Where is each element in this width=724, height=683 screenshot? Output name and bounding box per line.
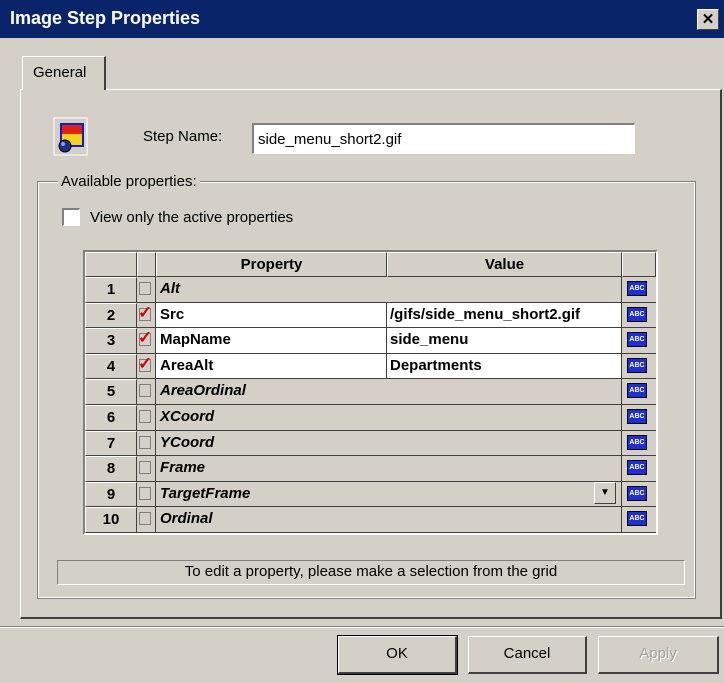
- row-number[interactable]: 6: [85, 405, 137, 431]
- view-active-checkbox[interactable]: [62, 208, 80, 226]
- row-edit-cell: ABC: [622, 303, 656, 328]
- tab-general[interactable]: General: [22, 56, 106, 90]
- row-edit-cell: ABC: [622, 354, 656, 379]
- row-number[interactable]: 4: [85, 354, 137, 379]
- row-active-marker[interactable]: [137, 507, 156, 533]
- abc-text-icon[interactable]: ABC: [627, 460, 647, 475]
- row-active-marker[interactable]: [137, 405, 156, 431]
- row-number[interactable]: 3: [85, 328, 137, 354]
- row-number[interactable]: 9: [85, 482, 137, 507]
- property-name-cell[interactable]: TargetFrame: [156, 482, 622, 507]
- row-edit-cell: ABC: [622, 277, 656, 303]
- grid-corner-header: [85, 252, 137, 277]
- title-bar: Image Step Properties ✕: [0, 0, 724, 38]
- property-name-cell[interactable]: MapName: [156, 328, 387, 354]
- row-edit-cell: ABC: [622, 456, 656, 482]
- row-number[interactable]: 1: [85, 277, 137, 303]
- abc-text-icon[interactable]: ABC: [627, 486, 647, 501]
- marker-box: [139, 436, 151, 449]
- cancel-button[interactable]: Cancel: [468, 636, 587, 674]
- property-name-cell[interactable]: Alt: [156, 277, 622, 303]
- property-name-cell[interactable]: XCoord: [156, 405, 622, 431]
- view-active-label[interactable]: View only the active properties: [90, 209, 293, 226]
- marker-box: [139, 282, 151, 295]
- row-active-marker[interactable]: [137, 456, 156, 482]
- property-name-cell[interactable]: AreaAlt: [156, 354, 387, 379]
- row-active-marker[interactable]: [137, 482, 156, 507]
- row-number[interactable]: 7: [85, 431, 137, 456]
- abc-text-icon[interactable]: ABC: [627, 383, 647, 398]
- row-edit-cell: ABC: [622, 482, 656, 507]
- ok-button[interactable]: OK: [337, 635, 458, 675]
- marker-box: [139, 487, 151, 500]
- row-active-marker[interactable]: [137, 431, 156, 456]
- abc-text-icon[interactable]: ABC: [627, 281, 647, 296]
- row-active-marker[interactable]: [137, 277, 156, 303]
- apply-button[interactable]: Apply: [598, 636, 719, 674]
- property-name-cell[interactable]: YCoord: [156, 431, 622, 456]
- abc-text-icon[interactable]: ABC: [627, 435, 647, 450]
- row-edit-cell: ABC: [622, 431, 656, 456]
- property-value-cell[interactable]: Departments: [387, 354, 622, 379]
- abc-text-icon[interactable]: ABC: [627, 511, 647, 526]
- row-number[interactable]: 5: [85, 379, 137, 405]
- window-title: Image Step Properties: [10, 8, 201, 28]
- abc-text-icon[interactable]: ABC: [627, 358, 647, 373]
- grid-marker-header: [137, 252, 156, 277]
- property-name-cell[interactable]: AreaOrdinal: [156, 379, 622, 405]
- property-column-header[interactable]: Property: [156, 252, 387, 277]
- view-active-label-text: View only the active properties: [90, 209, 294, 226]
- check-mark-icon: ✓: [138, 354, 153, 373]
- row-number[interactable]: 10: [85, 507, 137, 533]
- row-edit-cell: ABC: [622, 405, 656, 431]
- value-column-header[interactable]: Value: [387, 252, 622, 277]
- row-edit-cell: ABC: [622, 507, 656, 533]
- image-step-icon: [53, 117, 88, 156]
- check-mark-icon: ✓: [138, 328, 153, 347]
- abc-text-icon[interactable]: ABC: [627, 307, 647, 322]
- property-name-cell[interactable]: Ordinal: [156, 507, 622, 533]
- step-name-input[interactable]: [252, 123, 635, 154]
- marker-box: [139, 461, 151, 474]
- close-button[interactable]: ✕: [697, 9, 719, 30]
- row-active-marker[interactable]: ✓: [137, 303, 156, 328]
- row-edit-cell: ABC: [622, 379, 656, 405]
- property-name-cell[interactable]: Src: [156, 303, 387, 328]
- tab-label: General: [33, 64, 87, 81]
- status-message: To edit a property, please make a select…: [57, 560, 685, 585]
- available-properties-label: Available properties:: [58, 173, 200, 190]
- abc-text-icon[interactable]: ABC: [627, 409, 647, 424]
- property-name-cell[interactable]: Frame: [156, 456, 622, 482]
- marker-box: [139, 512, 151, 525]
- row-edit-cell: ABC: [622, 328, 656, 354]
- grid-button-header: [622, 252, 656, 277]
- abc-text-icon[interactable]: ABC: [627, 332, 647, 347]
- row-active-marker[interactable]: ✓: [137, 328, 156, 354]
- row-active-marker[interactable]: [137, 379, 156, 405]
- marker-box: [139, 384, 151, 397]
- row-number[interactable]: 2: [85, 303, 137, 328]
- property-value-cell[interactable]: /gifs/side_menu_short2.gif: [387, 303, 622, 328]
- step-name-label: Step Name:: [143, 128, 223, 145]
- check-mark-icon: ✓: [138, 303, 153, 322]
- property-value-cell[interactable]: side_menu: [387, 328, 622, 354]
- target-frame-dropdown-button[interactable]: ▼: [594, 482, 616, 504]
- marker-box: [139, 410, 151, 423]
- row-active-marker[interactable]: ✓: [137, 354, 156, 379]
- row-number[interactable]: 8: [85, 456, 137, 482]
